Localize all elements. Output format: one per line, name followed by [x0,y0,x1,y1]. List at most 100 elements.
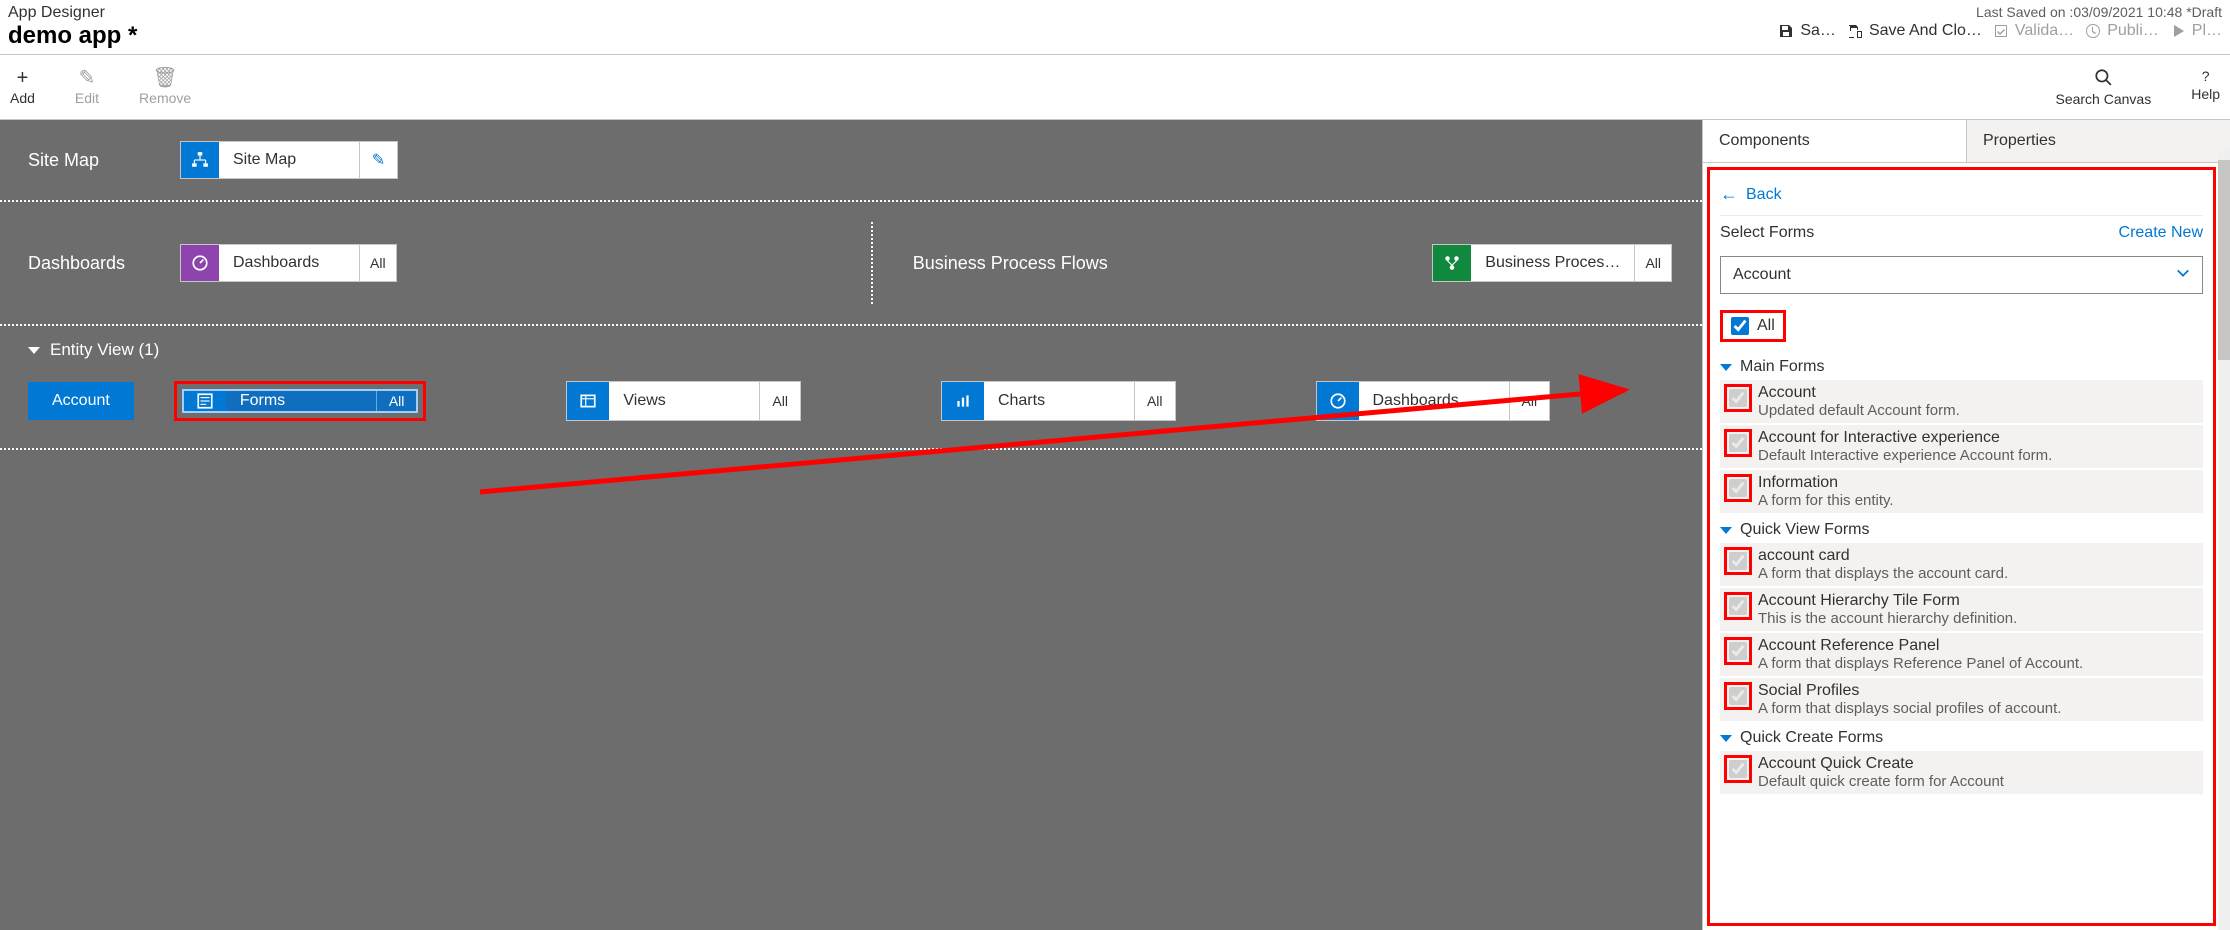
entity-view-header[interactable]: Entity View (1) [0,326,1702,368]
quickview-forms-label: Quick View Forms [1740,521,1870,539]
bpf-tile-suffix[interactable]: All [1634,245,1671,281]
forms-tile-suffix[interactable]: All [376,391,417,411]
save-close-icon [1846,22,1864,40]
main-forms-header[interactable]: Main Forms [1720,352,2203,380]
form-item[interactable]: Social ProfilesA form that displays soci… [1720,678,2203,721]
main: Site Map Site Map ✎ Dashboards Dashboard… [0,120,2230,930]
form-checkbox[interactable] [1729,597,1747,615]
play-button[interactable]: Pl… [2169,22,2222,40]
form-desc: Account Quick CreateDefault quick create… [1758,755,2004,790]
validate-button[interactable]: Valida… [1992,22,2074,40]
form-checkbox-wrap[interactable] [1724,682,1752,710]
select-forms-label: Select Forms [1720,224,1814,242]
form-checkbox[interactable] [1729,687,1747,705]
chevron-down-icon [1720,527,1732,534]
save-and-close-button[interactable]: Save And Clo… [1846,22,1982,40]
quickcreate-forms-list: Account Quick CreateDefault quick create… [1720,751,2203,794]
form-desc: InformationA form for this entity. [1758,474,1894,509]
form-checkbox[interactable] [1729,760,1747,778]
form-title: Account Hierarchy Tile Form [1758,592,2017,610]
form-title: Information [1758,474,1894,492]
save-label: Sa… [1800,22,1836,40]
save-icon [1777,22,1795,40]
form-checkbox-wrap[interactable] [1724,637,1752,665]
topbar-left: App Designer demo app * [8,4,137,50]
form-item[interactable]: Account Reference PanelA form that displ… [1720,633,2203,676]
all-checkbox[interactable] [1731,317,1749,335]
form-checkbox[interactable] [1729,642,1747,660]
dashboards-bpf-row: Dashboards Dashboards All Business Proce… [0,202,1702,326]
quickview-forms-list: account cardA form that displays the acc… [1720,543,2203,721]
all-checkbox-wrap[interactable]: All [1720,310,1786,342]
add-button[interactable]: + Add [10,68,35,106]
form-title: Account [1758,384,1960,402]
views-tile-suffix[interactable]: All [759,382,800,420]
dashboards-tile[interactable]: Dashboards All [180,244,397,282]
charts-tile-suffix[interactable]: All [1134,382,1175,420]
form-checkbox-wrap[interactable] [1724,429,1752,457]
form-checkbox[interactable] [1729,479,1747,497]
form-checkbox-wrap[interactable] [1724,547,1752,575]
bpf-tile[interactable]: Business Proces… All [1432,244,1672,282]
entity-dashboards-tile[interactable]: Dashboards All [1316,381,1551,421]
form-item[interactable]: AccountUpdated default Account form. [1720,380,2203,423]
quickview-forms-header[interactable]: Quick View Forms [1720,515,2203,543]
edit-button[interactable]: ✎ Edit [75,68,99,106]
chevron-down-icon [1720,735,1732,742]
create-new-link[interactable]: Create New [2119,224,2203,242]
entity-select[interactable]: Account [1720,256,2203,294]
form-item[interactable]: InformationA form for this entity. [1720,470,2203,513]
publish-button[interactable]: Publi… [2084,22,2159,40]
forms-tile[interactable]: Forms All [174,381,427,421]
form-desc: Social ProfilesA form that displays soci… [1758,682,2061,717]
trash-icon: 🗑 [152,68,177,88]
tab-components[interactable]: Components [1703,120,1967,162]
sitemap-icon [181,142,219,178]
entity-dashboards-tile-suffix[interactable]: All [1509,382,1550,420]
form-item[interactable]: account cardA form that displays the acc… [1720,543,2203,586]
right-panel: Components Properties ← Back Select Form… [1702,120,2230,930]
topbar-actions: Sa… Save And Clo… Valida… Publi… Pl… [1777,22,2222,40]
quickcreate-forms-header[interactable]: Quick Create Forms [1720,723,2203,751]
views-tile[interactable]: Views All [566,381,801,421]
toolbar-right: Search Canvas ? Help [2055,68,2220,107]
remove-button[interactable]: 🗑 Remove [139,68,191,106]
search-canvas-button[interactable]: Search Canvas [2055,68,2151,107]
validate-label: Valida… [2015,22,2074,40]
sitemap-edit-icon[interactable]: ✎ [359,142,397,178]
form-checkbox[interactable] [1729,434,1747,452]
back-button[interactable]: ← Back [1720,178,2203,215]
remove-label: Remove [139,90,191,106]
form-subtitle: Updated default Account form. [1758,402,1960,419]
form-checkbox-wrap[interactable] [1724,592,1752,620]
form-item[interactable]: Account Hierarchy Tile FormThis is the a… [1720,588,2203,631]
dashboards-tile-suffix[interactable]: All [359,245,396,281]
form-checkbox-wrap[interactable] [1724,384,1752,412]
form-subtitle: This is the account hierarchy definition… [1758,610,2017,627]
select-forms-header: Select Forms Create New [1720,215,2203,250]
entity-account-button[interactable]: Account [28,382,134,420]
topbar: App Designer demo app * Last Saved on :0… [0,0,2230,54]
form-desc: Account Reference PanelA form that displ… [1758,637,2083,672]
tab-properties[interactable]: Properties [1967,120,2230,162]
bpf-icon [1433,245,1471,281]
form-subtitle: A form for this entity. [1758,492,1894,509]
charts-tile[interactable]: Charts All [941,381,1176,421]
panel-scrollbar[interactable] [2218,150,2230,930]
form-checkbox-wrap[interactable] [1724,474,1752,502]
help-button[interactable]: ? Help [2191,68,2220,107]
panel-tabs: Components Properties [1703,120,2230,163]
form-title: Social Profiles [1758,682,2061,700]
form-item[interactable]: Account Quick CreateDefault quick create… [1720,751,2203,794]
chevron-down-icon [1720,364,1732,371]
validate-icon [1992,22,2010,40]
main-forms-list: AccountUpdated default Account form.Acco… [1720,380,2203,513]
form-checkbox[interactable] [1729,552,1747,570]
main-forms-label: Main Forms [1740,358,1824,376]
form-item[interactable]: Account for Interactive experienceDefaul… [1720,425,2203,468]
canvas: Site Map Site Map ✎ Dashboards Dashboard… [0,120,1702,930]
sitemap-tile[interactable]: Site Map ✎ [180,141,398,179]
form-checkbox-wrap[interactable] [1724,755,1752,783]
save-button[interactable]: Sa… [1777,22,1836,40]
form-checkbox[interactable] [1729,389,1747,407]
